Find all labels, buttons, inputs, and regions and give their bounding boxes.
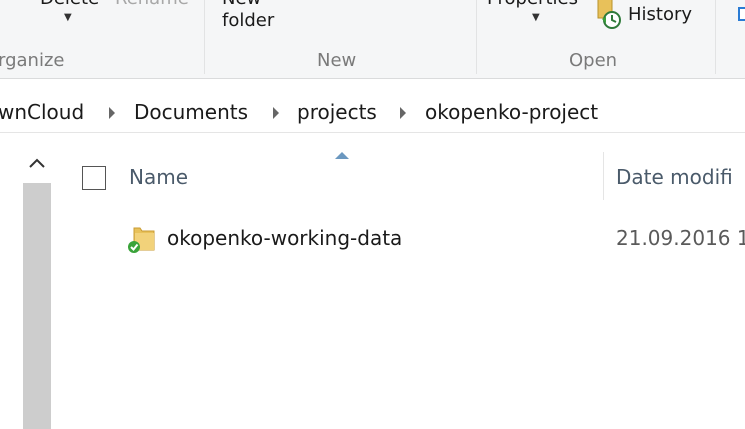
open-group-label: Open — [569, 50, 618, 71]
column-header-name[interactable]: Name — [129, 165, 188, 189]
ribbon: Delete Rename ▼ rganize New folder New P… — [0, 0, 745, 79]
sort-ascending-icon — [335, 152, 349, 159]
history-button[interactable]: History — [628, 4, 692, 25]
history-icon[interactable] — [596, 0, 626, 32]
ribbon-divider — [715, 0, 716, 74]
breadcrumb-item-okopenko-project[interactable]: okopenko-project — [425, 100, 598, 124]
organize-group-label: rganize — [0, 50, 65, 71]
breadcrumb-chevron-right-icon[interactable] — [273, 107, 279, 119]
synced-folder-icon — [128, 227, 155, 253]
select-icon[interactable] — [738, 7, 745, 21]
breadcrumb-chevron-right-icon[interactable] — [400, 107, 406, 119]
file-name[interactable]: okopenko-working-data — [167, 226, 402, 250]
select-all-checkbox[interactable] — [82, 166, 106, 190]
ribbon-divider — [476, 0, 477, 74]
breadcrumb-chevron-right-icon[interactable] — [109, 107, 115, 119]
breadcrumb: wnCloud Documents projects okopenko-proj… — [0, 96, 745, 133]
scroll-up-chevron-icon[interactable] — [22, 150, 52, 178]
column-header-date-modified[interactable]: Date modifi — [616, 165, 733, 189]
new-folder-button-line2[interactable]: folder — [222, 10, 274, 31]
column-divider[interactable] — [603, 152, 604, 200]
rename-button[interactable]: Rename — [115, 0, 189, 9]
ribbon-divider — [204, 0, 205, 74]
scrollbar-thumb[interactable] — [23, 183, 51, 429]
delete-dropdown-chevron-icon[interactable]: ▼ — [64, 12, 72, 23]
new-folder-button-line1[interactable]: New — [222, 0, 261, 9]
new-group-label: New — [317, 50, 357, 71]
breadcrumb-item-documents[interactable]: Documents — [134, 100, 248, 124]
file-date-modified: 21.09.2016 1 — [616, 226, 745, 250]
properties-dropdown-chevron-icon[interactable]: ▼ — [532, 12, 540, 23]
breadcrumb-item-projects[interactable]: projects — [297, 100, 377, 124]
delete-button[interactable]: Delete — [40, 0, 99, 9]
breadcrumb-item-owncloud[interactable]: wnCloud — [0, 100, 84, 124]
properties-button[interactable]: Properties — [487, 0, 578, 9]
